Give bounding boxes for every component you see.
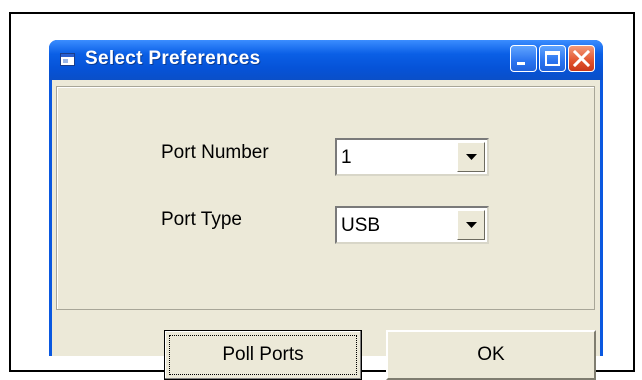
minimize-button[interactable] <box>510 45 537 72</box>
port-number-label: Port Number <box>161 142 269 163</box>
port-number-dropdown-button[interactable] <box>457 142 485 172</box>
port-type-dropdown[interactable]: USB <box>335 206 489 244</box>
poll-ports-button[interactable]: Poll Ports <box>164 330 362 380</box>
ok-button[interactable]: OK <box>386 330 596 380</box>
maximize-icon <box>545 51 560 66</box>
port-number-dropdown[interactable]: 1 <box>335 138 489 176</box>
maximize-button[interactable] <box>539 45 566 72</box>
window-app-icon <box>60 53 75 66</box>
minimize-icon <box>517 62 525 65</box>
chevron-down-icon <box>466 222 477 228</box>
focus-ring <box>169 335 357 375</box>
dialog-body: Port Number 1 Port Type USB Poll Ports O… <box>52 80 600 380</box>
chevron-down-icon <box>466 154 477 160</box>
close-icon <box>572 49 591 68</box>
port-number-value: 1 <box>341 147 352 168</box>
ok-label: OK <box>477 344 505 365</box>
port-type-dropdown-button[interactable] <box>457 210 485 240</box>
port-type-label: Port Type <box>161 209 242 230</box>
window-title: Select Preferences <box>85 48 261 69</box>
close-button[interactable] <box>568 45 595 72</box>
preferences-dialog: Select Preferences Port Number 1 Port Ty… <box>49 40 603 380</box>
settings-group: Port Number 1 Port Type USB <box>56 86 595 310</box>
title-bar[interactable]: Select Preferences <box>49 40 603 80</box>
port-type-value: USB <box>341 215 381 236</box>
